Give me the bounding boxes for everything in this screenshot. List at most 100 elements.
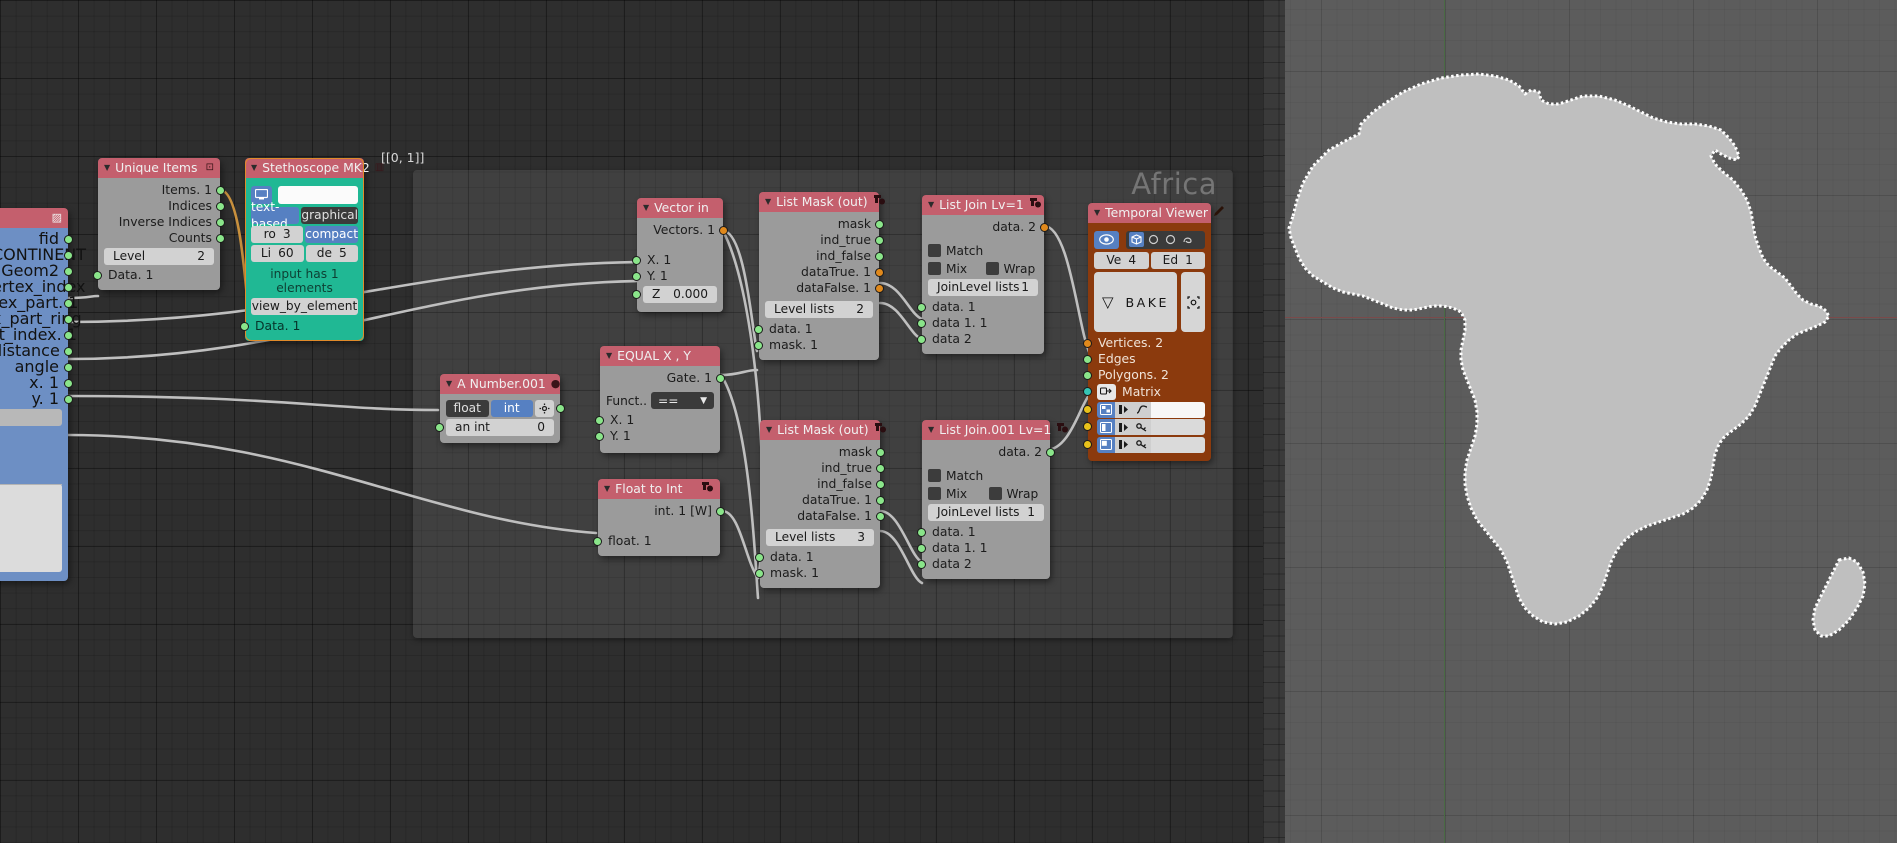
wrap-checkbox-group[interactable]: Wrap [988,487,1045,501]
mix-wrap-row[interactable]: Mix Wrap [928,486,1044,501]
output-socket[interactable] [64,363,73,372]
input-row[interactable]: mask. 1 [755,565,880,581]
bake-button[interactable]: ▽ BAKE [1094,272,1177,332]
widget-value[interactable]: 1 [1021,279,1038,296]
node-temporal-viewer[interactable]: ▼ Temporal Viewer Ve 4 Ed 1 ▽ BAKE Verti… [1083,203,1224,461]
node-list-mask-out-2[interactable]: ▼ List Mask (out) mask ind_true ind_fals… [755,420,886,588]
widget-value[interactable]: 1 [1027,504,1044,521]
output-socket[interactable] [216,218,225,227]
vertices-count-field[interactable]: Ve 4 [1094,252,1149,269]
mesh-data-icon[interactable] [1097,401,1115,418]
mix-checkbox-group[interactable]: Mix [928,487,984,501]
matrix-icon[interactable] [1097,383,1116,400]
view-by-element-button[interactable]: view_by_element [251,298,358,315]
frame-button[interactable] [1181,272,1205,332]
output-socket[interactable] [64,235,73,244]
node-header[interactable]: ▼ Temporal Viewer [1088,203,1224,223]
input-socket[interactable] [632,256,641,265]
output-socket[interactable] [876,464,885,473]
ro-value[interactable]: 3 [283,226,291,243]
output-row[interactable]: ind_true [760,460,885,476]
output-socket[interactable] [216,186,225,195]
collapse-arrow-icon[interactable]: ▼ [1094,209,1100,217]
input-socket[interactable] [435,423,444,432]
output-socket[interactable] [876,448,885,457]
de-field[interactable]: de 5 [305,245,358,262]
input-row[interactable]: mask. 1 [754,337,879,353]
output-socket[interactable] [876,496,885,505]
grid-icon[interactable]: ▥ [375,158,385,178]
number-type-toggle[interactable]: float int [446,400,565,417]
input-row-edges[interactable]: Edges [1083,351,1211,367]
input-socket[interactable] [917,303,926,312]
browse-icon[interactable] [1115,419,1133,435]
input-socket[interactable] [595,416,604,425]
output-socket[interactable] [719,226,728,235]
stethoscope-rounding-row[interactable]: ro 3 compact [251,226,358,243]
mode-graphical[interactable]: graphical [301,207,358,224]
input-socket[interactable] [593,537,602,546]
input-row[interactable]: Y. 1 [595,428,720,444]
input-socket[interactable] [1083,404,1092,414]
mix-checkbox-group[interactable]: Mix [928,262,981,276]
de-value[interactable]: 5 [339,245,347,262]
widget-value[interactable]: 0 [537,419,554,436]
output-socket[interactable] [216,202,225,211]
input-socket[interactable] [632,290,641,299]
object-name-field[interactable] [1151,419,1205,435]
output-row[interactable]: dataFalse. 1 [759,280,884,296]
3d-viewport[interactable] [1263,0,1897,843]
node-header[interactable]: ▼ A Number.001 ● [440,374,560,394]
output-row[interactable]: dataTrue. 1 [759,264,884,280]
node-header[interactable]: ▼ List Mask (out) [760,420,886,440]
input-row[interactable]: data 1. 1 [917,315,1044,331]
curve-icon[interactable] [1133,401,1151,418]
input-socket[interactable] [755,553,764,562]
viewer-toolbar[interactable] [1094,230,1205,249]
collapse-arrow-icon[interactable]: ▼ [643,204,649,212]
input-socket[interactable] [1083,371,1092,380]
output-row[interactable]: mask [760,444,885,460]
output-row[interactable]: dataTrue. 1 [760,492,885,508]
output-socket[interactable] [64,299,73,308]
widget-value[interactable]: 3 [857,529,874,546]
checkbox-match[interactable] [928,469,941,482]
stethoscope-limit-row[interactable]: Li 60 de 5 [251,245,358,262]
input-row[interactable]: X. 1 [632,252,723,268]
level-lists-widget[interactable]: Level lists 3 [766,529,874,546]
collapse-arrow-icon[interactable]: ▼ [606,352,612,360]
input-row[interactable]: data. 1 [755,549,880,565]
input-socket[interactable] [917,528,926,537]
input-row[interactable]: float. 1 [593,533,720,549]
key-icon[interactable] [1133,419,1151,435]
checkbox-wrap[interactable] [985,262,999,275]
output-row[interactable]: Indices [98,198,225,214]
level-lists-widget[interactable]: Level lists 2 [765,301,873,318]
stethoscope-mode-toggle[interactable]: text-based graphical [251,200,358,231]
output-row[interactable]: ind_false [760,476,885,492]
input-row[interactable]: Data. 1 [240,318,364,334]
output-row[interactable]: Vectors. 1 [637,222,728,238]
output-row[interactable]: Items. 1 [98,182,225,198]
checkbox-mix[interactable] [928,487,941,500]
output-socket[interactable] [64,251,73,260]
ro-field[interactable]: ro 3 [251,226,304,243]
circle-icon-1[interactable] [1146,232,1161,247]
output-socket[interactable] [1040,223,1049,232]
function-row[interactable]: Funct.. == ▼ [606,392,714,409]
swirl-icon[interactable] [1180,232,1195,247]
input-row[interactable]: data. 1 [917,524,1050,540]
input-row-polygons[interactable]: Polygons. 2 [1083,367,1211,383]
function-dropdown[interactable]: == ▼ [651,392,714,409]
toggle-float[interactable]: float [446,400,489,417]
level-widget[interactable]: Level 2 [104,248,214,265]
collapse-arrow-icon[interactable]: ▼ [446,380,452,388]
checkbox-match[interactable] [928,244,941,257]
node-header[interactable]: ▼ Float to Int [598,479,720,499]
eye-icon[interactable] [1094,230,1119,249]
match-checkbox-row[interactable]: Match [928,243,1038,258]
dot-icon[interactable]: ● [551,374,561,394]
node-stethoscope-mk2[interactable]: ▼ Stethoscope MK2 ▥ text-based graphical [240,158,384,341]
circle-icon-2[interactable] [1163,232,1178,247]
output-socket[interactable] [64,331,73,340]
